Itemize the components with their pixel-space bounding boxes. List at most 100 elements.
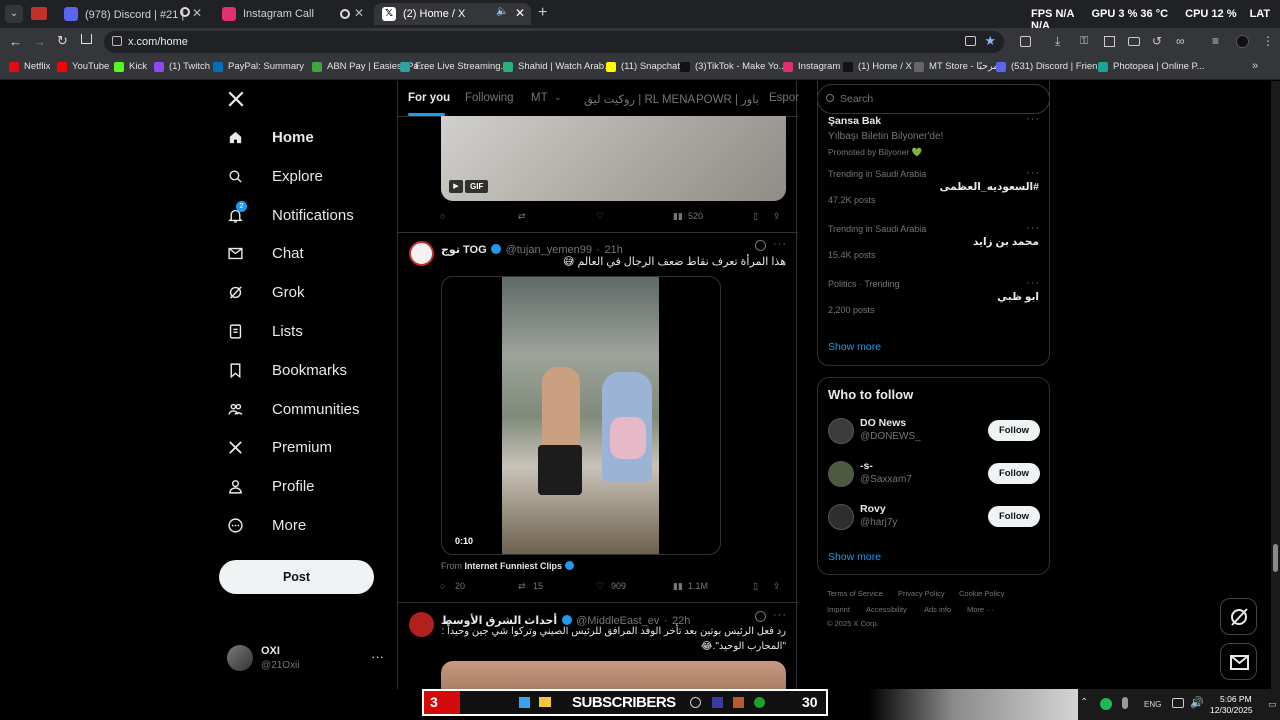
sidebar-item-bookmarks[interactable]: Bookmarks bbox=[227, 362, 347, 379]
bookmark-item[interactable]: Free Live Streaming... bbox=[400, 61, 508, 72]
windows-icon[interactable] bbox=[519, 697, 530, 708]
clock-date[interactable]: 12/30/2025 bbox=[1210, 705, 1253, 715]
follow-user-name[interactable]: DO News bbox=[860, 417, 906, 429]
trend-topic[interactable]: #السعوديه_العظمى bbox=[940, 181, 1039, 193]
bookmark-item[interactable]: Photopea | Online P... bbox=[1098, 61, 1205, 72]
bookmark-item[interactable]: PayPal: Summary bbox=[213, 61, 304, 72]
grok-icon[interactable] bbox=[755, 240, 766, 251]
footer-link[interactable]: Ads info bbox=[924, 605, 951, 614]
tweet-media-video[interactable]: 0:10 bbox=[441, 276, 721, 555]
follow-user-name[interactable]: -s- bbox=[860, 460, 873, 472]
site-info-icon[interactable] bbox=[112, 36, 122, 46]
show-more-link[interactable]: Show more bbox=[828, 341, 881, 353]
footer-link[interactable]: More ··· bbox=[967, 605, 994, 614]
bookmark-icon[interactable]: ▯ bbox=[753, 211, 758, 222]
more-dots-icon[interactable]: ··· bbox=[1026, 113, 1040, 125]
close-icon[interactable]: ✕ bbox=[515, 6, 525, 20]
more-dots-icon[interactable]: ··· bbox=[1026, 222, 1040, 234]
show-more-link[interactable]: Show more bbox=[828, 551, 881, 563]
reload-icon[interactable]: ↻ bbox=[57, 33, 68, 49]
follow-user-name[interactable]: Rovy bbox=[860, 503, 886, 515]
menu-lines-icon[interactable]: ≡ bbox=[1212, 34, 1219, 48]
more-dots-icon[interactable]: ··· bbox=[371, 649, 384, 664]
tab-0[interactable]: For you bbox=[408, 92, 450, 104]
scrollbar[interactable] bbox=[1271, 81, 1280, 689]
avatar[interactable] bbox=[1236, 35, 1249, 48]
trend-topic[interactable]: ابو ظبي bbox=[997, 291, 1039, 303]
app-icon[interactable] bbox=[733, 697, 744, 708]
xbox-icon[interactable] bbox=[754, 697, 765, 708]
sidebar-item-more[interactable]: More bbox=[227, 517, 306, 534]
more-dots-icon[interactable]: ··· bbox=[1026, 277, 1040, 289]
more-dots-icon[interactable]: ··· bbox=[773, 609, 787, 621]
bookmark-item[interactable]: (1) Home / X bbox=[843, 61, 912, 72]
microphone-icon[interactable] bbox=[1122, 697, 1128, 709]
views-icon[interactable]: ▮▮ bbox=[673, 581, 683, 592]
bookmark-item[interactable]: Kick bbox=[114, 61, 147, 72]
tweet-media[interactable] bbox=[441, 661, 786, 689]
grok-icon[interactable] bbox=[755, 611, 766, 622]
footer-link[interactable]: Privacy Policy bbox=[898, 589, 945, 598]
more-dots-icon[interactable]: ··· bbox=[1026, 167, 1040, 179]
avatar[interactable] bbox=[828, 418, 854, 444]
bookmark-item[interactable]: Instagram bbox=[783, 61, 840, 72]
footer-link[interactable]: Imprint bbox=[827, 605, 850, 614]
translate-icon[interactable] bbox=[1104, 36, 1115, 47]
app-icon[interactable] bbox=[712, 697, 723, 708]
sidebar-item-home[interactable]: Home bbox=[227, 129, 314, 146]
volume-icon[interactable]: 🔊 bbox=[1190, 696, 1204, 709]
file-explorer-icon[interactable] bbox=[539, 697, 551, 707]
tab-search-button[interactable]: ⌄ bbox=[5, 5, 23, 23]
footer-link[interactable]: Terms of Service bbox=[827, 589, 883, 598]
messages-float-button[interactable] bbox=[1220, 643, 1257, 680]
tab-5[interactable]: Espor bbox=[769, 92, 799, 104]
avatar[interactable] bbox=[409, 612, 434, 637]
notifications-tray-icon[interactable]: ▭ bbox=[1268, 699, 1277, 710]
sidebar-item-lists[interactable]: Lists bbox=[227, 323, 303, 340]
password-icon[interactable]: ⚿ bbox=[1080, 35, 1088, 48]
trend-topic[interactable]: محمد بن زايد bbox=[973, 236, 1039, 248]
like-icon[interactable]: ♡ bbox=[596, 581, 604, 592]
spotify-icon[interactable] bbox=[1100, 698, 1112, 710]
sidebar-item-communities[interactable]: Communities bbox=[227, 401, 360, 418]
tab-4[interactable]: POWR | باور bbox=[696, 92, 759, 106]
bookmarks-overflow-icon[interactable]: » bbox=[1252, 60, 1258, 72]
share-icon[interactable]: ⇪ bbox=[773, 211, 781, 222]
sidebar-item-chat[interactable]: Chat bbox=[227, 245, 304, 262]
wallet-icon[interactable] bbox=[1128, 37, 1140, 46]
bookmark-item[interactable]: (11) Snapchat bbox=[606, 61, 680, 72]
clock-time[interactable]: 5:06 PM bbox=[1220, 694, 1252, 704]
follow-button[interactable]: Follow bbox=[988, 463, 1040, 484]
like-icon[interactable]: ♡ bbox=[596, 211, 604, 222]
scrollbar-thumb[interactable] bbox=[1273, 544, 1278, 572]
close-icon[interactable]: ✕ bbox=[192, 6, 202, 20]
language-indicator[interactable]: ENG bbox=[1144, 700, 1161, 709]
history-icon[interactable]: ↺ bbox=[1152, 34, 1162, 48]
tab-discord[interactable]: (978) Discord | #21 | خاص ; ✕ bbox=[56, 3, 208, 25]
close-icon[interactable]: ✕ bbox=[354, 6, 364, 20]
bookmark-icon[interactable]: ▯ bbox=[753, 581, 758, 592]
network-icon[interactable] bbox=[1172, 698, 1184, 708]
footer-link[interactable]: Cookie Policy bbox=[959, 589, 1004, 598]
tab-instagram[interactable]: Instagram Call ✕ bbox=[214, 3, 370, 25]
link-icon[interactable]: ∞ bbox=[1176, 34, 1185, 48]
account-switcher[interactable]: OXI @21Oxii ··· bbox=[227, 643, 387, 673]
repost-icon[interactable]: ⇄ bbox=[518, 211, 526, 222]
home-browser-icon[interactable] bbox=[81, 34, 92, 44]
obs-icon[interactable] bbox=[690, 697, 701, 708]
tab-2[interactable]: MT bbox=[531, 92, 548, 104]
post-button[interactable]: Post bbox=[219, 560, 374, 594]
x-logo-icon[interactable] bbox=[227, 90, 245, 108]
footer-link[interactable]: Accessibility bbox=[866, 605, 907, 614]
forward-icon[interactable]: → bbox=[33, 34, 46, 49]
download-icon[interactable]: ⤓ bbox=[1055, 34, 1060, 49]
kebab-menu-icon[interactable]: ⋮ bbox=[1262, 34, 1274, 48]
avatar[interactable] bbox=[409, 241, 434, 266]
bookmark-item[interactable]: Netflix bbox=[9, 61, 50, 72]
tab-1[interactable]: Following bbox=[465, 92, 514, 104]
chevron-down-icon[interactable]: ⌄ bbox=[554, 92, 562, 103]
star-icon[interactable]: ★ bbox=[984, 33, 996, 49]
sidebar-item-profile[interactable]: Profile bbox=[227, 478, 315, 495]
share-icon[interactable]: ⇪ bbox=[773, 581, 781, 592]
tweet-media-gif[interactable]: ▶ GIF bbox=[441, 116, 786, 201]
